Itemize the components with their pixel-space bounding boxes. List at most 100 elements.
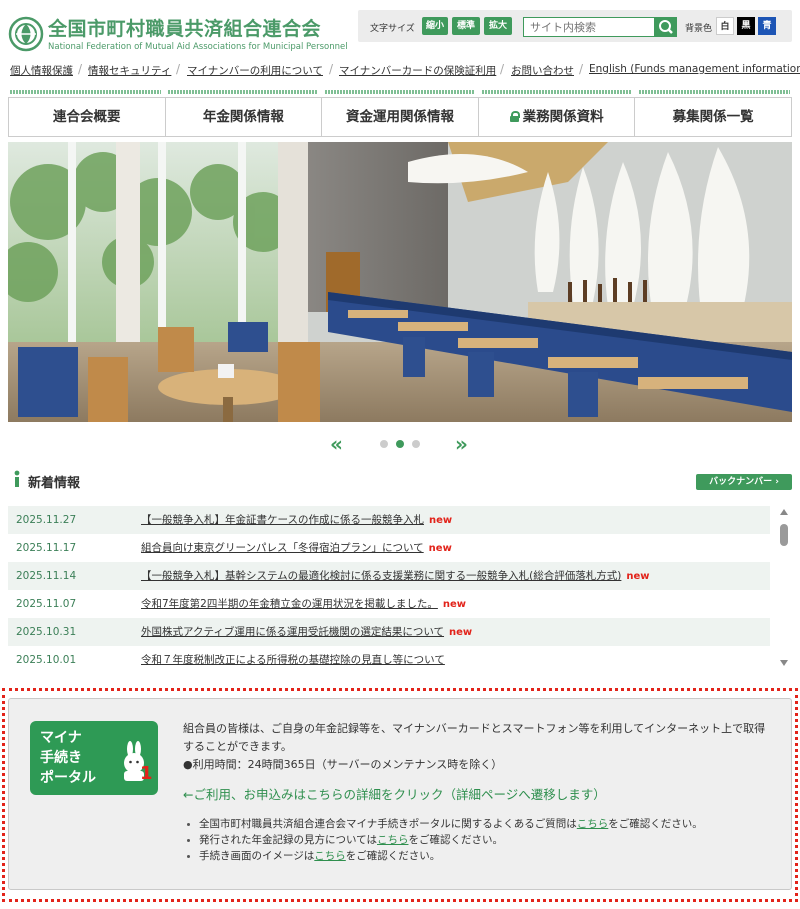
news-scrollbar[interactable]: [777, 506, 791, 670]
utility-link-mynumber[interactable]: マイナンバーの利用について: [187, 63, 323, 78]
bullet-text: 手続き画面のイメージは: [199, 850, 315, 862]
font-standard-button[interactable]: 標準: [452, 17, 480, 35]
faq-link[interactable]: こちら: [577, 818, 609, 830]
nav-label: 資金運用関係情報: [345, 109, 454, 125]
portal-bullet: 手続き画面のイメージはこちらをご確認ください。: [183, 848, 783, 864]
bullet-text: をご確認ください。: [345, 850, 441, 862]
portal-hours: ●利用時間：24時間365日（サーバーのメンテナンス時を除く）: [183, 758, 503, 771]
nav-pension[interactable]: 年金関係情報: [166, 98, 323, 136]
back-number-button[interactable]: バックナンバー ›: [696, 474, 792, 490]
nav-fund-management[interactable]: 資金運用関係情報: [322, 98, 479, 136]
portal-logo-number: 1: [140, 763, 153, 784]
slider-controls: « »: [0, 432, 800, 456]
utility-link-security[interactable]: 情報セキュリティ: [88, 63, 171, 78]
slider-dot[interactable]: [412, 440, 420, 448]
news-link[interactable]: 【一般競争入札】年金証書ケースの作成に係る一般競争入札 new: [141, 506, 452, 535]
utility-separator: /: [78, 62, 83, 76]
portal-cta-link[interactable]: ←ご利用、お申込みはこちらの詳細をクリック（詳細ページへ遷移します）: [183, 784, 606, 803]
bg-white-button[interactable]: 白: [716, 17, 734, 35]
scroll-down-arrow-icon[interactable]: [780, 660, 788, 666]
utility-link-english[interactable]: English (Funds management information): [589, 63, 800, 75]
nav-stripe: [10, 90, 161, 94]
news-link[interactable]: 外国株式アクティブ運用に係る運用受託機関の選定結果について new: [141, 618, 472, 647]
bullet-text: をご確認ください。: [608, 818, 703, 830]
site-title: 全国市町村職員共済組合連合会: [48, 18, 322, 40]
screen-image-link[interactable]: こちら: [314, 850, 346, 862]
pension-record-guide-link[interactable]: こちら: [377, 834, 409, 846]
news-item: 2025.10.31 外国株式アクティブ運用に係る運用受託機関の選定結果について…: [8, 618, 770, 646]
nav-label: 募集関係一覧: [672, 109, 754, 125]
bullet-text: 発行された年金記録の見方については: [199, 834, 377, 846]
scroll-up-arrow-icon[interactable]: [780, 509, 788, 515]
news-link-text: 令和７年度税制改正による所得税の基礎控除の見直し等について: [141, 654, 445, 666]
utility-separator: /: [176, 62, 181, 76]
scroll-thumb[interactable]: [780, 524, 788, 546]
site-subtitle: National Federation of Mutual Aid Associ…: [48, 42, 348, 52]
nav-about[interactable]: 連合会概要: [8, 98, 166, 136]
site-search-input[interactable]: [523, 17, 655, 37]
font-size-label: 文字サイズ: [370, 24, 415, 34]
news-date: 2025.10.31: [16, 626, 77, 638]
news-item: 2025.11.14 【一般競争入札】基幹システムの最適化検討に係る支援業務に関…: [8, 562, 770, 590]
bullet-text: をご確認ください。: [408, 834, 503, 846]
portal-bullet: 全国市町村職員共済組合連合会マイナ手続きポータルに関するよくあるご質問はこちらを…: [183, 816, 783, 832]
restaurant-photo: [8, 142, 792, 422]
utility-link-insurance-card[interactable]: マイナンバーカードの保険証利用: [339, 63, 496, 78]
utility-link-contact[interactable]: お問い合わせ: [511, 63, 574, 78]
news-link[interactable]: 組合員向け東京グリーンパレス「冬得宿泊プラン」について new: [141, 534, 452, 563]
background-color-label: 背景色: [685, 24, 713, 34]
hero-slide-image[interactable]: [8, 142, 792, 422]
nav-label: 連合会概要: [53, 109, 121, 125]
utility-separator: /: [500, 62, 505, 76]
new-badge: new: [442, 599, 467, 610]
nav-stripe: [168, 90, 318, 94]
slider-prev-button[interactable]: «: [330, 432, 343, 456]
nav-stripe: [639, 90, 790, 94]
news-header: 新着情報 バックナンバー ›: [8, 470, 792, 491]
news-date: 2025.11.17: [16, 542, 77, 554]
new-badge: new: [626, 571, 650, 582]
news-link-text: 組合員向け東京グリーンパレス「冬得宿泊プラン」について: [141, 542, 424, 554]
nav-label: 業務関係資料: [522, 109, 604, 125]
bg-black-button[interactable]: 黒: [737, 17, 755, 35]
news-item: 2025.10.01 令和７年度税制改正による所得税の基礎控除の見直し等について: [8, 646, 770, 674]
news-item: 2025.11.17 組合員向け東京グリーンパレス「冬得宿泊プラン」について ne…: [8, 534, 770, 562]
slider-next-button[interactable]: »: [455, 432, 468, 456]
myna-portal-logo-button[interactable]: マイナ 手続き ポータル 1: [30, 721, 158, 795]
search-button[interactable]: [655, 17, 677, 37]
news-list: 2025.11.27 【一般競争入札】年金証書ケースの作成に係る一般競争入札 ne…: [8, 506, 770, 674]
news-date: 2025.10.01: [16, 654, 77, 666]
portal-logo-line: ポータル: [40, 770, 96, 786]
news-item: 2025.11.07 令和7年度第2四半期の年金積立金の運用状況を掲載しました。…: [8, 590, 770, 618]
slider-dot-active[interactable]: [396, 440, 404, 448]
news-link[interactable]: 令和7年度第2四半期の年金積立金の運用状況を掲載しました。 new: [141, 590, 466, 619]
new-badge: new: [449, 627, 473, 638]
nav-recruitment[interactable]: 募集関係一覧: [635, 98, 792, 136]
new-badge: new: [428, 543, 452, 554]
utility-separator: /: [329, 62, 334, 76]
news-link-text: 【一般競争入札】基幹システムの最適化検討に係る支援業務に関する一般競争入札(総合…: [141, 570, 622, 582]
search-icon: [659, 20, 673, 34]
global-nav: 連合会概要 年金関係情報 資金運用関係情報 業務関係資料 募集関係一覧: [8, 97, 792, 137]
nav-stripe: [482, 90, 632, 94]
utility-link-privacy[interactable]: 個人情報保護: [10, 63, 73, 78]
news-link[interactable]: 令和７年度税制改正による所得税の基礎控除の見直し等について: [141, 646, 445, 674]
nav-business-documents[interactable]: 業務関係資料: [479, 98, 636, 136]
slider-dot[interactable]: [380, 440, 388, 448]
portal-logo-line: マイナ: [40, 730, 82, 746]
font-large-button[interactable]: 拡大: [484, 17, 512, 35]
lock-icon: [509, 111, 520, 122]
news-link-text: 【一般競争入札】年金証書ケースの作成に係る一般競争入札: [141, 514, 424, 526]
site-logo[interactable]: 全国市町村職員共済組合連合会 National Federation of Mu…: [8, 14, 358, 56]
info-icon: [14, 470, 20, 487]
nav-label: 年金関係情報: [202, 109, 284, 125]
news-link[interactable]: 【一般競争入札】基幹システムの最適化検討に係る支援業務に関する一般競争入札(総合…: [141, 562, 650, 591]
news-date: 2025.11.07: [16, 598, 77, 610]
font-small-button[interactable]: 縮小: [422, 17, 448, 35]
new-badge: new: [428, 515, 453, 526]
bg-blue-button[interactable]: 青: [758, 17, 776, 35]
accessibility-toolbox: 文字サイズ 縮小 標準 拡大 背景色 白 黒 青: [358, 10, 792, 42]
portal-description: 組合員の皆様は、ご自身の年金記録等を、マイナンバーカードとスマートフォン等を利用…: [183, 720, 773, 774]
news-title: 新着情報: [28, 476, 81, 491]
news-date: 2025.11.27: [16, 514, 77, 526]
